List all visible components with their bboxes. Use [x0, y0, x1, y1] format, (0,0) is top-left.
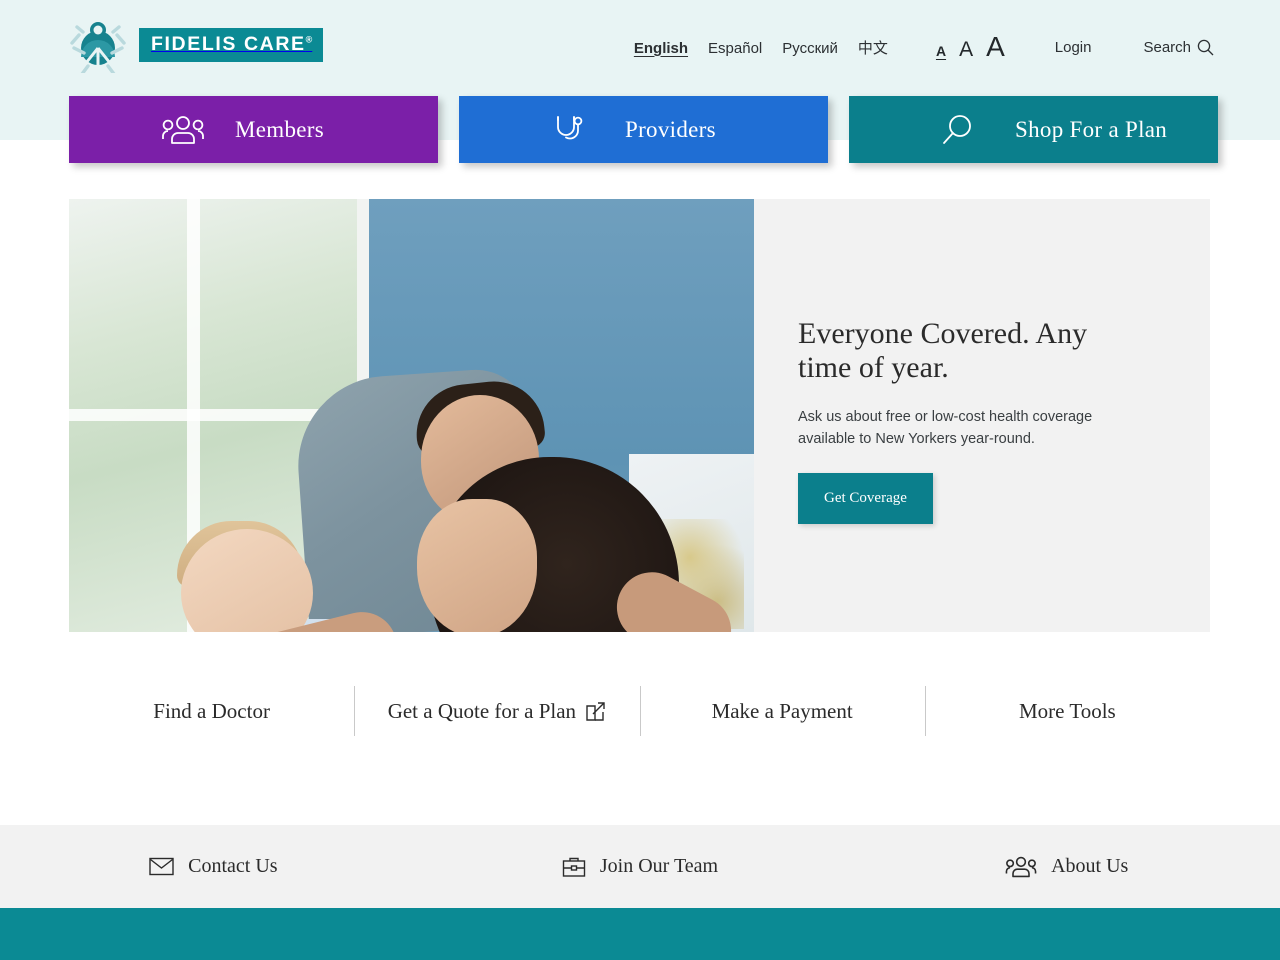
footer-teal-bar — [0, 908, 1280, 960]
hero-image — [69, 199, 754, 632]
nav-button-shop-for-a-plan[interactable]: Shop For a Plan — [849, 96, 1218, 163]
quick-link-label: Find a Doctor — [153, 698, 270, 723]
primary-nav-buttons: Members Providers Shop For a Plan — [69, 96, 1218, 163]
text-size-large[interactable]: A — [986, 33, 1005, 61]
people-group-icon — [1005, 856, 1037, 878]
quick-link-get-a-quote[interactable]: Get a Quote for a Plan — [354, 686, 639, 736]
quick-link-label: Get a Quote for a Plan — [387, 698, 577, 723]
fidelis-family-logo-icon — [69, 17, 127, 73]
quick-link-label: More Tools — [1019, 698, 1116, 723]
text-size-medium[interactable]: A — [959, 39, 973, 60]
utility-nav: English Español Русский 中文 A A A Login S… — [634, 33, 1214, 61]
search-icon — [1197, 39, 1214, 56]
language-spanish[interactable]: Español — [708, 40, 762, 57]
footer-link-label: Join Our Team — [599, 855, 719, 877]
language-chinese[interactable]: 中文 — [858, 37, 888, 58]
hero-copy: Everyone Covered. Any time of year. Ask … — [754, 199, 1210, 632]
login-link[interactable]: Login — [1055, 39, 1092, 56]
get-coverage-button[interactable]: Get Coverage — [798, 472, 933, 524]
language-switcher: English Español Русский 中文 — [634, 37, 888, 58]
hero-section: Everyone Covered. Any time of year. Ask … — [69, 199, 1210, 632]
envelope-icon — [149, 857, 174, 876]
people-group-icon — [161, 115, 205, 145]
magnifier-icon — [941, 113, 975, 147]
quick-link-make-a-payment[interactable]: Make a Payment — [639, 686, 925, 736]
footer-link-label: About Us — [1051, 855, 1129, 877]
search-label: Search — [1143, 38, 1191, 56]
quick-link-find-a-doctor[interactable]: Find a Doctor — [69, 686, 354, 736]
hero-heading: Everyone Covered. Any time of year. — [798, 317, 1088, 385]
quick-links-row: Find a Doctor Get a Quote for a Plan Mak… — [69, 686, 1210, 736]
stethoscope-icon — [551, 113, 585, 147]
quick-link-more-tools[interactable]: More Tools — [924, 686, 1210, 736]
nav-button-shop-label: Shop For a Plan — [1015, 116, 1168, 142]
nav-button-providers-label: Providers — [625, 116, 716, 142]
footer-link-about-us[interactable]: About Us — [853, 855, 1280, 878]
language-english[interactable]: English — [634, 40, 688, 57]
quick-link-label: Make a Payment — [711, 698, 853, 723]
site-logo[interactable]: FIDELIS CARE® — [69, 17, 324, 73]
external-link-icon — [585, 701, 606, 722]
footer-link-contact-us[interactable]: Contact Us — [0, 855, 427, 878]
briefcase-icon — [562, 856, 586, 878]
hero-body-text: Ask us about free or low-cost health cov… — [798, 409, 1093, 448]
text-size-controls: A A A — [936, 33, 1005, 61]
nav-button-members-label: Members — [235, 116, 324, 142]
language-russian[interactable]: Русский — [782, 40, 838, 57]
text-size-small[interactable]: A — [936, 44, 946, 58]
nav-button-providers[interactable]: Providers — [459, 96, 828, 163]
search-toggle[interactable]: Search — [1143, 39, 1214, 56]
footer-link-join-our-team[interactable]: Join Our Team — [427, 855, 854, 878]
nav-button-members[interactable]: Members — [69, 96, 438, 163]
brand-wordmark: FIDELIS CARE® — [139, 28, 324, 62]
footer-links-band: Contact Us Join Our Team About Us — [0, 825, 1280, 908]
footer-link-label: Contact Us — [188, 855, 278, 877]
